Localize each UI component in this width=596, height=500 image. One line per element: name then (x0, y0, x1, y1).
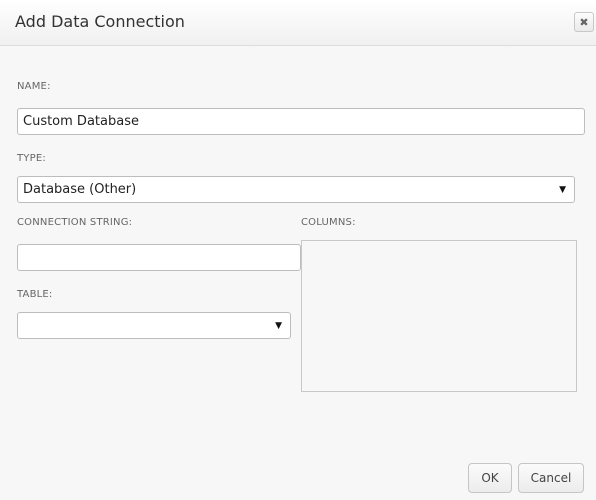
table-select[interactable]: ▼ (17, 312, 291, 339)
name-input-value: Custom Database (23, 114, 139, 129)
connection-string-input[interactable] (17, 244, 301, 271)
type-select-value: Database (Other) (23, 182, 137, 197)
close-button[interactable]: ✖ (574, 12, 594, 32)
type-label: TYPE: (17, 153, 46, 164)
columns-label: COLUMNS: (301, 217, 356, 228)
add-data-connection-dialog: Add Data Connection ✖ NAME: Custom Datab… (0, 0, 596, 500)
ok-button[interactable]: OK (468, 463, 512, 493)
cancel-button[interactable]: Cancel (518, 463, 584, 493)
columns-list[interactable] (301, 240, 577, 392)
dialog-titlebar: Add Data Connection ✖ (0, 0, 596, 46)
chevron-down-icon: ▼ (559, 184, 566, 195)
name-label: NAME: (17, 81, 51, 92)
name-input[interactable]: Custom Database (17, 108, 585, 135)
chevron-down-icon: ▼ (275, 320, 282, 331)
close-icon: ✖ (579, 15, 589, 29)
dialog-title: Add Data Connection (15, 12, 185, 31)
connection-string-label: CONNECTION STRING: (17, 217, 133, 228)
type-select[interactable]: Database (Other) ▼ (17, 176, 575, 203)
table-label: TABLE: (17, 289, 53, 300)
